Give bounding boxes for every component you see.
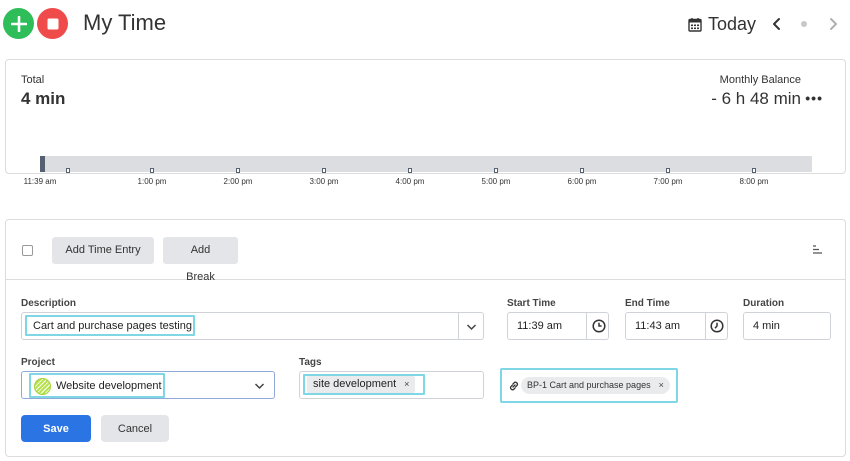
timeline-tick (66, 168, 70, 173)
timeline-tick (666, 168, 670, 173)
tag-value: site development (313, 378, 397, 390)
project-highlight: Website development (29, 373, 165, 398)
description-divider (458, 313, 459, 339)
close-icon[interactable]: × (659, 380, 664, 390)
chevron-down-icon[interactable] (466, 323, 477, 331)
timeline-recorded-fill (40, 156, 45, 172)
end-time-label: End Time (625, 298, 670, 309)
timeline-tick (752, 168, 756, 173)
start-time-value: 11:39 am (517, 320, 563, 332)
timeline-tick (494, 168, 498, 173)
start-time-field[interactable]: 11:39 am (507, 312, 609, 340)
project-value: Website development (56, 380, 162, 392)
duration-label: Duration (743, 298, 785, 309)
start-time-label: Start Time (507, 298, 556, 309)
monthly-balance-value: - 6 h 48 min (711, 89, 801, 108)
date-picker-button[interactable]: Today (688, 14, 756, 35)
duration-value: 4 min (753, 320, 780, 332)
link-icon (509, 381, 519, 391)
clock-icon[interactable] (710, 319, 724, 333)
timeline-tick (150, 168, 154, 173)
total-value: 4 min (21, 89, 66, 108)
page-title: My Time (83, 10, 167, 35)
sort-icon[interactable] (812, 244, 823, 255)
date-label: Today (708, 14, 757, 34)
timeline-hour-label: 5:00 pm (481, 177, 511, 186)
end-time-field[interactable]: 11:43 am (625, 312, 728, 340)
description-value: Cart and purchase pages testing (33, 320, 192, 332)
tags-field[interactable]: site development × (299, 371, 484, 399)
timeline-hour-label: 6:00 pm (567, 177, 597, 186)
timeline-hour-label: 3:00 pm (309, 177, 339, 186)
duration-field[interactable]: 4 min (743, 312, 831, 340)
total-label: Total (21, 74, 45, 86)
entry-toolbar: Add Time Entry Add Break (6, 220, 845, 283)
chevron-right-icon[interactable] (826, 16, 840, 32)
chevron-down-icon[interactable] (254, 382, 265, 390)
time-entry-card: Add Time Entry Add Break Description Car… (5, 219, 846, 457)
select-all-checkbox[interactable] (22, 245, 33, 256)
clock-icon[interactable] (592, 319, 606, 333)
add-break-button[interactable]: Add Break (163, 237, 238, 283)
stop-icon (47, 18, 58, 29)
description-label: Description (21, 298, 77, 309)
add-entry-button[interactable] (3, 8, 34, 39)
description-highlight: Cart and purchase pages testing (25, 315, 195, 336)
current-day-dot[interactable] (801, 21, 807, 27)
timeline-tick (236, 168, 240, 173)
end-time-value: 11:43 am (635, 320, 681, 332)
project-label: Project (21, 357, 55, 368)
project-logo (34, 378, 51, 395)
timeline-tick (580, 168, 584, 173)
start-time-divider (586, 313, 587, 339)
timeline-hour-label: 4:00 pm (395, 177, 425, 186)
tag-chip: site development × (307, 376, 416, 393)
plus-icon (10, 15, 27, 32)
task-chip: BP-1 Cart and purchase pages × (521, 377, 670, 394)
description-field[interactable]: Cart and purchase pages testing (21, 312, 484, 340)
linked-task-field[interactable]: BP-1 Cart and purchase pages × (500, 368, 678, 403)
monthly-balance-label: Monthly Balance (719, 74, 801, 86)
timeline-card: Total 4 min Monthly Balance - 6 h 48 min… (5, 59, 846, 186)
save-button[interactable]: Save (21, 415, 91, 442)
more-icon[interactable]: ••• (805, 90, 823, 106)
chevron-left-icon[interactable] (770, 16, 784, 32)
close-icon[interactable]: × (404, 379, 409, 389)
task-value: BP-1 Cart and purchase pages (527, 380, 651, 390)
stop-timer-button[interactable] (37, 8, 68, 39)
calendar-icon (688, 18, 702, 32)
timeline-hour-label: 7:00 pm (653, 177, 683, 186)
timeline-tick (322, 168, 326, 173)
timeline-hour-label: 8:00 pm (739, 177, 769, 186)
timeline-tick (408, 168, 412, 173)
add-time-entry-button[interactable]: Add Time Entry (52, 237, 154, 264)
timeline-hour-label: 1:00 pm (137, 177, 167, 186)
timeline-track (40, 156, 812, 172)
page-header: My Time Today (0, 0, 850, 48)
tags-label: Tags (299, 357, 322, 368)
cancel-button[interactable]: Cancel (101, 415, 169, 442)
project-field[interactable]: Website development (21, 371, 275, 399)
timeline-hour-label: 2:00 pm (223, 177, 253, 186)
end-time-divider (705, 313, 706, 339)
tag-highlight: site development × (303, 374, 425, 395)
timeline-start-label: 11:39 am (23, 177, 57, 186)
